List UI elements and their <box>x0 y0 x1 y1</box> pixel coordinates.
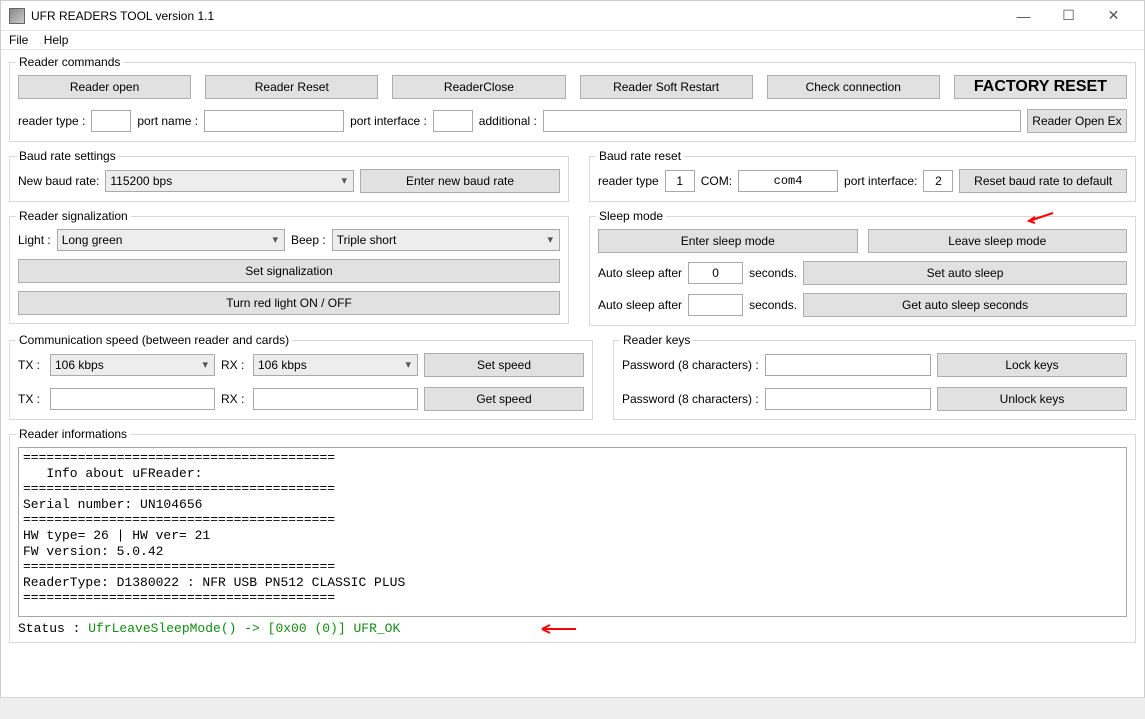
enter-sleep-button[interactable]: Enter sleep mode <box>598 229 858 253</box>
baud-settings-group: Baud rate settings New baud rate: 115200… <box>9 156 569 202</box>
new-baud-label: New baud rate: <box>18 174 99 188</box>
baud-reset-legend: Baud rate reset <box>596 149 684 163</box>
light-select[interactable]: Long green <box>57 229 285 251</box>
reset-baud-button[interactable]: Reset baud rate to default <box>959 169 1127 193</box>
port-name-label: port name : <box>137 114 198 128</box>
additional-label: additional : <box>479 114 537 128</box>
beep-select[interactable]: Triple short <box>332 229 560 251</box>
keys-legend: Reader keys <box>620 333 693 347</box>
reader-reset-button[interactable]: Reader Reset <box>205 75 378 99</box>
minimize-button[interactable]: — <box>1001 2 1046 30</box>
auto-sleep-seconds-input-1[interactable] <box>688 262 743 284</box>
port-interface-label: port interface : <box>350 114 427 128</box>
port-interface-input[interactable] <box>433 110 473 132</box>
lock-keys-button[interactable]: Lock keys <box>937 353 1127 377</box>
status-label: Status : <box>18 621 88 636</box>
set-auto-sleep-button[interactable]: Set auto sleep <box>803 261 1127 285</box>
informations-legend: Reader informations <box>16 427 130 441</box>
reader-open-ex-button[interactable]: Reader Open Ex <box>1027 109 1127 133</box>
keys-group: Reader keys Password (8 characters) : Lo… <box>613 340 1136 420</box>
new-baud-select[interactable]: 115200 bps <box>105 170 354 192</box>
reset-com-label: COM: <box>701 174 732 188</box>
rx-select[interactable]: 106 kbps <box>253 354 418 376</box>
port-name-input[interactable] <box>204 110 344 132</box>
rx-readonly-input[interactable] <box>253 388 418 410</box>
set-signalization-button[interactable]: Set signalization <box>18 259 560 283</box>
reset-port-iface-input[interactable] <box>923 170 953 192</box>
signalization-group: Reader signalization Light : Long green … <box>9 216 569 324</box>
enter-baud-button[interactable]: Enter new baud rate <box>360 169 560 193</box>
sleep-legend: Sleep mode <box>596 209 666 223</box>
comm-speed-group: Communication speed (between reader and … <box>9 340 593 420</box>
rx-label-2: RX : <box>221 392 247 406</box>
app-icon <box>9 8 25 24</box>
menu-file[interactable]: File <box>9 33 28 47</box>
unlock-password-input[interactable] <box>765 388 931 410</box>
reader-soft-restart-button[interactable]: Reader Soft Restart <box>580 75 753 99</box>
baud-settings-legend: Baud rate settings <box>16 149 119 163</box>
turn-red-light-button[interactable]: Turn red light ON / OFF <box>18 291 560 315</box>
seconds-label-2: seconds. <box>749 298 797 312</box>
reader-type-input[interactable] <box>91 110 131 132</box>
signalization-legend: Reader signalization <box>16 209 131 223</box>
menubar: File Help <box>1 31 1144 50</box>
reader-open-button[interactable]: Reader open <box>18 75 191 99</box>
informations-textarea[interactable]: ========================================… <box>18 447 1127 617</box>
baud-reset-group: Baud rate reset reader type COM: port in… <box>589 156 1136 202</box>
titlebar: UFR READERS TOOL version 1.1 — ☐ ✕ <box>1 1 1144 31</box>
reader-close-button[interactable]: ReaderClose <box>392 75 565 99</box>
additional-input[interactable] <box>543 110 1021 132</box>
informations-group: Reader informations ====================… <box>9 434 1136 643</box>
window-title: UFR READERS TOOL version 1.1 <box>31 9 1001 23</box>
set-speed-button[interactable]: Set speed <box>424 353 584 377</box>
reset-com-input[interactable] <box>738 170 838 192</box>
reader-commands-legend: Reader commands <box>16 55 123 69</box>
red-arrow-icon <box>1025 211 1055 225</box>
tx-label-1: TX : <box>18 358 44 372</box>
auto-sleep-seconds-input-2[interactable] <box>688 294 743 316</box>
get-auto-sleep-button[interactable]: Get auto sleep seconds <box>803 293 1127 317</box>
close-button[interactable]: ✕ <box>1091 2 1136 30</box>
auto-sleep-after-label-1: Auto sleep after <box>598 266 682 280</box>
comm-speed-legend: Communication speed (between reader and … <box>16 333 292 347</box>
reset-port-iface-label: port interface: <box>844 174 917 188</box>
tx-readonly-input[interactable] <box>50 388 215 410</box>
beep-label: Beep : <box>291 233 326 247</box>
unlock-keys-button[interactable]: Unlock keys <box>937 387 1127 411</box>
menu-help[interactable]: Help <box>44 33 69 47</box>
pwd-label-2: Password (8 characters) : <box>622 392 759 406</box>
tx-label-2: TX : <box>18 392 44 406</box>
leave-sleep-button[interactable]: Leave sleep mode <box>868 229 1128 253</box>
red-arrow-icon <box>538 623 578 637</box>
status-value: UfrLeaveSleepMode() -> [0x00 (0)] UFR_OK <box>88 621 400 636</box>
light-label: Light : <box>18 233 51 247</box>
rx-label-1: RX : <box>221 358 247 372</box>
lock-password-input[interactable] <box>765 354 931 376</box>
reader-commands-group: Reader commands Reader open Reader Reset… <box>9 62 1136 142</box>
maximize-button[interactable]: ☐ <box>1046 2 1091 30</box>
check-connection-button[interactable]: Check connection <box>767 75 940 99</box>
sleep-group: Sleep mode Enter sleep mode Leave sleep … <box>589 216 1136 326</box>
reset-reader-type-input[interactable] <box>665 170 695 192</box>
pwd-label-1: Password (8 characters) : <box>622 358 759 372</box>
seconds-label-1: seconds. <box>749 266 797 280</box>
reader-type-label: reader type : <box>18 114 85 128</box>
auto-sleep-after-label-2: Auto sleep after <box>598 298 682 312</box>
get-speed-button[interactable]: Get speed <box>424 387 584 411</box>
tx-select[interactable]: 106 kbps <box>50 354 215 376</box>
factory-reset-button[interactable]: FACTORY RESET <box>954 75 1127 99</box>
reset-reader-type-label: reader type <box>598 174 659 188</box>
statusbar <box>0 697 1145 719</box>
